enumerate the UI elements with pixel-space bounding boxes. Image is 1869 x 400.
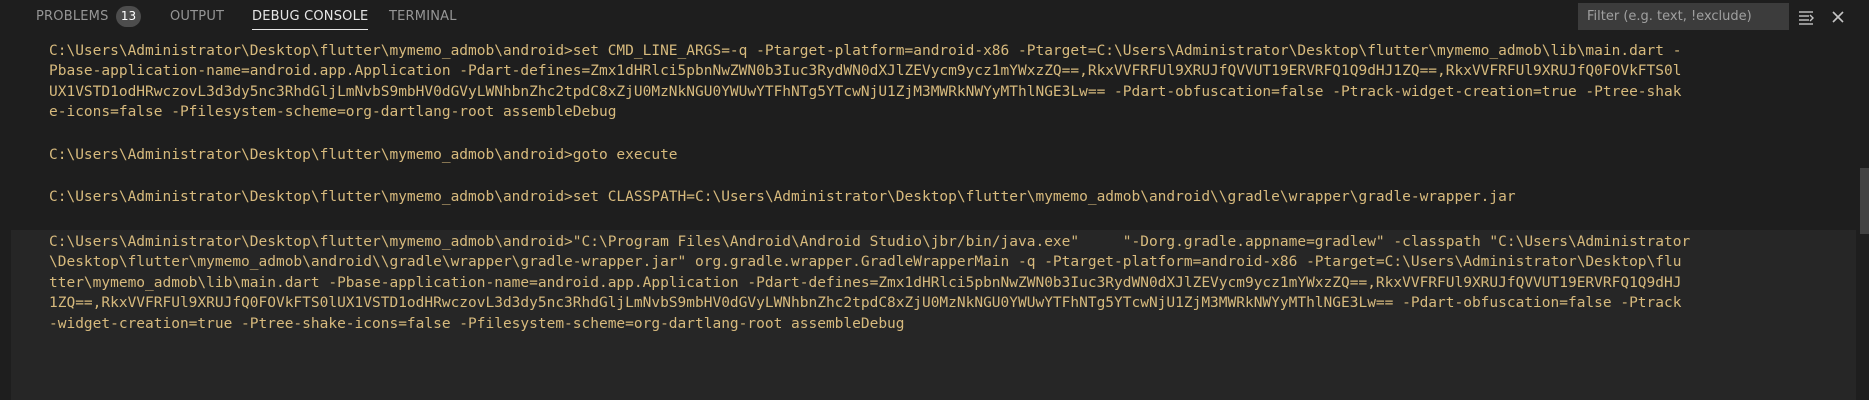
console-entry: C:\Users\Administrator\Desktop\flutter\m… (11, 39, 1856, 139)
tab-terminal[interactable]: TERMINAL (389, 0, 457, 34)
tab-problems[interactable]: PROBLEMS (36, 0, 109, 34)
panel-tab-bar: PROBLEMS 13 OUTPUT DEBUG CONSOLE TERMINA… (0, 0, 1869, 34)
filter-placeholder: Filter (e.g. text, !exclude) (1587, 9, 1752, 24)
console-line: C:\Users\Administrator\Desktop\flutter\m… (49, 147, 678, 163)
filter-input[interactable]: Filter (e.g. text, !exclude) (1578, 3, 1789, 30)
tab-debug-console[interactable]: DEBUG CONSOLE (252, 0, 369, 34)
tab-output-label: OUTPUT (170, 9, 225, 24)
debug-console-output[interactable]: C:\Users\Administrator\Desktop\flutter\m… (11, 34, 1856, 400)
console-entry: C:\Users\Administrator\Desktop\flutter\m… (11, 143, 1856, 168)
tab-output[interactable]: OUTPUT (170, 0, 224, 34)
console-line: -widget-creation=true -Ptree-shake-icons… (49, 316, 905, 332)
console-gutter (0, 34, 11, 400)
problems-count-badge: 13 (116, 6, 141, 27)
tab-problems-label: PROBLEMS (36, 9, 109, 24)
console-entry: C:\Users\Administrator\Desktop\flutter\m… (11, 185, 1856, 210)
debug-panel: PROBLEMS 13 OUTPUT DEBUG CONSOLE TERMINA… (0, 0, 1869, 400)
tab-terminal-label: TERMINAL (389, 9, 457, 24)
console-line: C:\Users\Administrator\Desktop\flutter\m… (49, 189, 1516, 205)
console-scrollbar-thumb[interactable] (1860, 168, 1869, 234)
close-icon[interactable] (1826, 5, 1850, 29)
collapse-all-icon[interactable] (1795, 5, 1819, 29)
console-line: e-icons=false -Pfilesystem-scheme=org-da… (49, 104, 617, 120)
tab-debug-console-label: DEBUG CONSOLE (252, 9, 369, 24)
console-entry-selected: C:\Users\Administrator\Desktop\flutter\m… (11, 230, 1856, 400)
